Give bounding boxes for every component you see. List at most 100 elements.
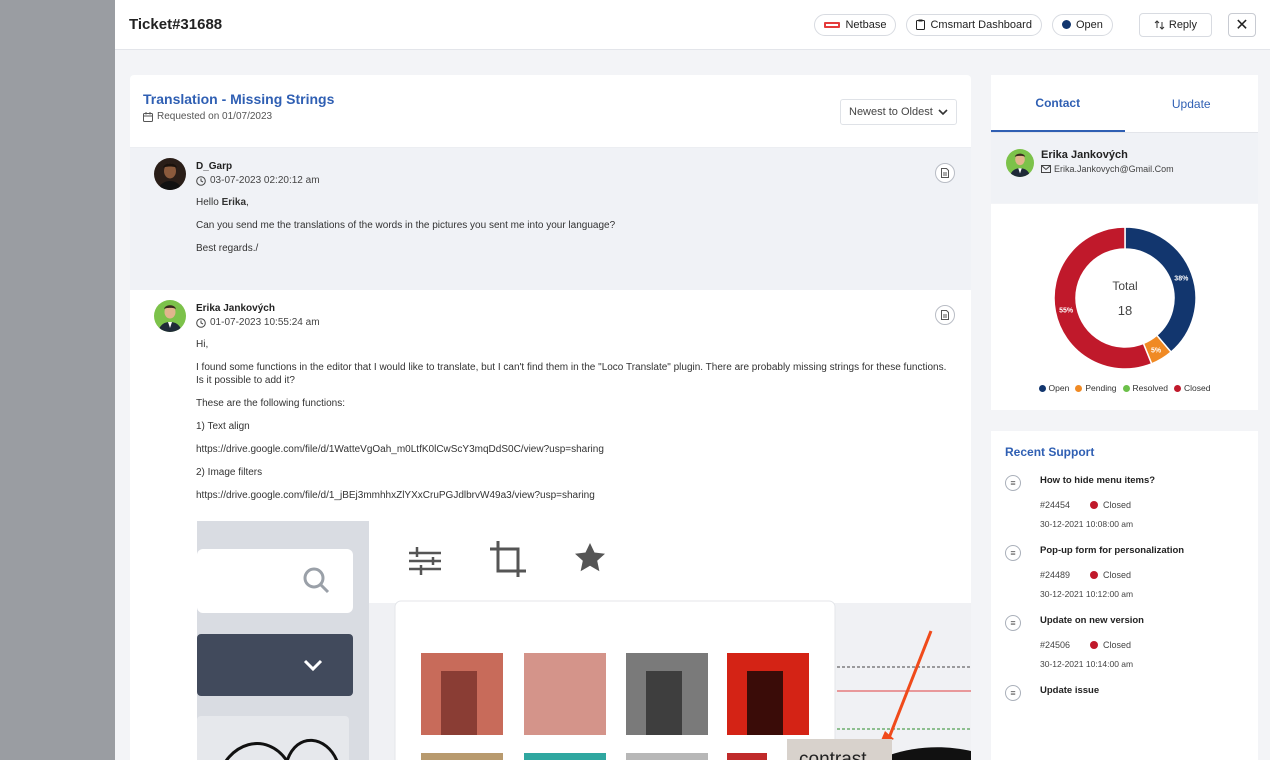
recent-item-date: 30-12-2021 10:12:00 am	[1040, 589, 1134, 599]
status-badge[interactable]: Open	[1051, 13, 1113, 36]
ticket-subject: Translation - Missing Strings	[143, 91, 335, 107]
recent-support-item[interactable]: ≡ How to hide menu items? #24454 Closed …	[1005, 475, 1244, 529]
recent-item-status-label: Closed	[1103, 640, 1132, 650]
netbase-label: Netbase	[845, 18, 887, 31]
recent-support-item[interactable]: ≡ Update on new version #24506 Closed 30…	[1005, 615, 1244, 669]
message-line: I found some functions in the editor tha…	[196, 362, 947, 386]
contact-name: Erika Jankových	[1041, 149, 1128, 161]
contact-email[interactable]: Erika.Jankovych@Gmail.Com	[1041, 164, 1243, 174]
message-item: Erika Jankových 01-07-2023 10:55:24 am H…	[130, 290, 971, 502]
tab-contact[interactable]: Contact	[991, 75, 1125, 132]
legend-item: Pending	[1075, 383, 1117, 393]
recent-item-status-label: Closed	[1103, 570, 1132, 580]
top-bar: Ticket#31688 Netbase Cmsmart Dashboard O…	[115, 0, 1270, 50]
recent-item-status: Closed	[1090, 640, 1131, 650]
greeting-prefix: Hello	[196, 197, 222, 208]
ticket-header: Translation - Missing Strings Requested …	[130, 75, 971, 148]
donut-value-label: 55%	[1059, 307, 1074, 314]
legend-item: Open	[1038, 383, 1070, 393]
contact-email-text: Erika.Jankovych@Gmail.Com	[1054, 164, 1174, 174]
legend-swatch	[1173, 384, 1181, 392]
greeting-name: Erika	[221, 197, 247, 208]
recent-item-title: Pop-up form for personalization	[1040, 545, 1185, 556]
sort-value: Newest to Oldest	[849, 106, 933, 118]
greeting-suffix: ,	[246, 197, 249, 208]
donut-total-label: Total	[1112, 279, 1137, 293]
status-dot-icon	[1090, 501, 1099, 509]
status-donut-chart: 38% 5% 55% Total 18	[1053, 226, 1197, 370]
ticket-panel: Ticket#31688 Netbase Cmsmart Dashboard O…	[115, 0, 1270, 760]
recent-item-title: Update issue	[1040, 685, 1100, 696]
message-line: Best regards./	[196, 243, 259, 254]
clock-icon	[196, 317, 206, 328]
message-line: Can you send me the translations of the …	[196, 220, 616, 231]
legend-item: Closed	[1173, 383, 1211, 393]
avatar	[154, 158, 186, 190]
message-author: Erika Jankových	[196, 303, 275, 314]
clipboard-icon	[916, 19, 926, 30]
status-dot-icon	[1090, 641, 1099, 649]
legend-swatch	[1038, 384, 1046, 392]
recent-support-item[interactable]: ≡ Pop-up form for personalization #24489…	[1005, 545, 1244, 599]
message-item: D_Garp 03-07-2023 02:20:12 am Hello Erik…	[130, 148, 971, 290]
clock-icon	[196, 175, 206, 186]
ticket-icon: ≡	[1005, 615, 1021, 631]
recent-item-status-label: Closed	[1103, 500, 1132, 510]
recent-item-meta: #24506 Closed	[1040, 640, 1244, 650]
note-icon[interactable]	[935, 305, 955, 325]
requested-date: Requested on 01/07/2023	[143, 111, 958, 122]
message-greeting: Hello Erika,	[196, 196, 947, 209]
netbase-logo-icon	[824, 21, 841, 28]
netbase-badge[interactable]: Netbase	[814, 13, 897, 36]
recent-item-title: How to hide menu items?	[1040, 475, 1156, 486]
attachment-link[interactable]: https://drive.google.com/file/d/1_jBEj3m…	[196, 489, 947, 502]
donut-value-label: 38%	[1174, 275, 1189, 282]
attachment-link[interactable]: https://drive.google.com/file/d/1WatteVg…	[196, 443, 947, 456]
status-dot-icon	[1090, 571, 1099, 579]
message-author: D_Garp	[196, 161, 233, 172]
message-line: Hi,	[196, 339, 209, 350]
ticket-icon: ≡	[1005, 545, 1021, 561]
attachment-caption: contrast	[799, 749, 867, 760]
recent-item-meta: #24454 Closed	[1040, 500, 1244, 510]
legend-label: Resolved	[1132, 383, 1168, 393]
conversation-card: Translation - Missing Strings Requested …	[130, 75, 971, 760]
legend-swatch	[1122, 384, 1130, 392]
reply-button[interactable]: Reply	[1138, 12, 1212, 37]
ticket-icon: ≡	[1005, 475, 1021, 491]
sidebar-tabs: Contact Update	[991, 75, 1258, 133]
cmsmart-dashboard-label: Cmsmart Dashboard	[930, 18, 1032, 31]
close-icon: ✕	[1235, 16, 1249, 34]
ticket-title: Ticket#31688	[129, 16, 223, 33]
reply-label: Reply	[1168, 18, 1197, 31]
message-timestamp: 03-07-2023 02:20:12 am	[196, 175, 947, 186]
recent-support-title: Recent Support	[1005, 445, 1095, 459]
cmsmart-dashboard-badge[interactable]: Cmsmart Dashboard	[906, 13, 1042, 36]
attached-screenshot[interactable]: contrast	[197, 521, 971, 760]
chevron-down-icon	[938, 109, 948, 115]
donut-value-label: 5%	[1151, 347, 1162, 354]
recent-support-item[interactable]: ≡ Update issue	[1005, 685, 1244, 701]
recent-support-card: Recent Support ≡ How to hide menu items?…	[991, 431, 1258, 760]
tab-update[interactable]: Update	[1125, 75, 1259, 132]
legend-swatch	[1075, 384, 1083, 392]
avatar	[1006, 149, 1034, 177]
message-line: 1) Text align	[196, 421, 250, 432]
recent-item-id: #24506	[1040, 640, 1071, 650]
recent-item-meta: #24489 Closed	[1040, 570, 1244, 580]
mail-icon	[1041, 165, 1051, 173]
recent-item-date: 30-12-2021 10:14:00 am	[1040, 659, 1134, 669]
sort-select[interactable]: Newest to Oldest	[840, 99, 957, 125]
recent-item-status: Closed	[1090, 570, 1131, 580]
close-button[interactable]: ✕	[1228, 12, 1256, 37]
contact-card: Erika Jankových Erika.Jankovych@Gmail.Co…	[991, 133, 1258, 203]
calendar-icon	[143, 111, 153, 122]
note-icon[interactable]	[935, 163, 955, 183]
legend-label: Closed	[1183, 383, 1211, 393]
legend-label: Open	[1048, 383, 1070, 393]
ticket-stats-card: 38% 5% 55% Total 18 Open Pending Resolved …	[991, 204, 1258, 410]
recent-item-date: 30-12-2021 10:08:00 am	[1040, 519, 1134, 529]
recent-item-id: #24489	[1040, 570, 1071, 580]
recent-item-id: #24454	[1040, 500, 1071, 510]
legend-label: Pending	[1085, 383, 1117, 393]
